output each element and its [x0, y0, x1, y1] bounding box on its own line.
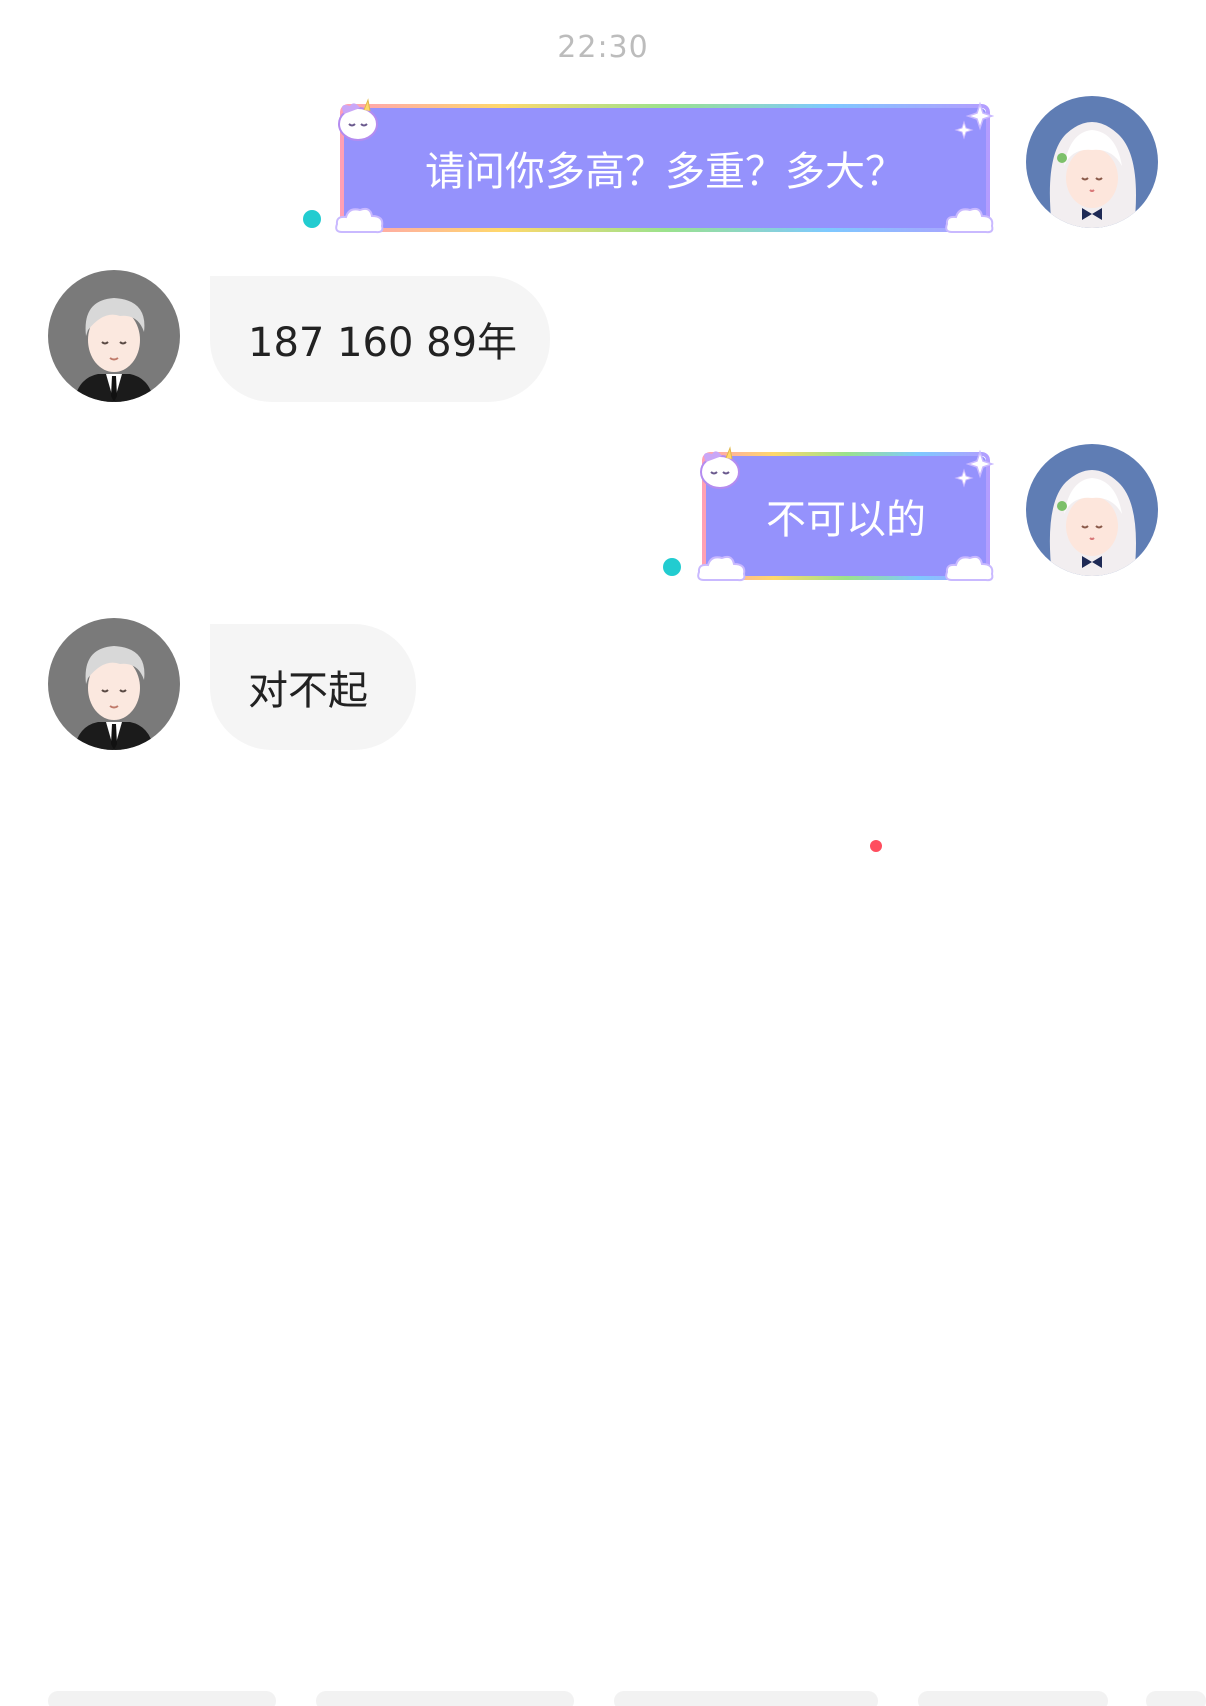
message-bubble-me[interactable]: 请问你多高？多重？多大？ — [335, 98, 994, 234]
my-avatar[interactable] — [1026, 96, 1158, 228]
contact-avatar[interactable] — [48, 618, 180, 750]
quick-action-pill[interactable] — [614, 1691, 878, 1706]
anime-girl-avatar-icon — [1026, 444, 1158, 576]
message-text: 不可以的 — [766, 497, 926, 543]
anime-girl-avatar-icon — [1026, 96, 1158, 228]
contact-avatar[interactable] — [48, 270, 180, 402]
unicorn-icon — [338, 98, 378, 141]
message-bubble-me[interactable]: 不可以的 — [697, 446, 994, 582]
read-receipt-dot — [303, 210, 321, 228]
quick-action-bar — [0, 845, 1206, 1706]
suited-man-avatar-icon — [48, 270, 180, 402]
cloud-icon — [945, 207, 994, 234]
message-bubble-other[interactable]: 对不起 — [210, 624, 416, 750]
suited-man-avatar-icon — [48, 618, 180, 750]
cloud-icon — [335, 207, 384, 234]
quick-action-pill[interactable] — [316, 1691, 574, 1706]
message-text: 对不起 — [248, 668, 368, 714]
cloud-icon — [697, 555, 746, 582]
notification-dot — [870, 840, 882, 852]
message-bubble-other[interactable]: 187 160 89年 — [210, 276, 550, 402]
cloud-icon — [945, 555, 994, 582]
my-avatar[interactable] — [1026, 444, 1158, 576]
unicorn-icon — [700, 446, 740, 489]
sparkle-icon — [954, 101, 994, 140]
message-text: 请问你多高？多重？多大？ — [425, 149, 905, 195]
quick-action-pill[interactable] — [918, 1691, 1108, 1706]
quick-action-pill[interactable] — [1146, 1691, 1206, 1706]
read-receipt-dot — [663, 558, 681, 576]
quick-action-pill[interactable] — [48, 1691, 276, 1706]
message-text: 187 160 89年 — [248, 320, 518, 366]
timestamp: 22:30 — [557, 30, 649, 65]
sparkle-icon — [954, 449, 994, 488]
